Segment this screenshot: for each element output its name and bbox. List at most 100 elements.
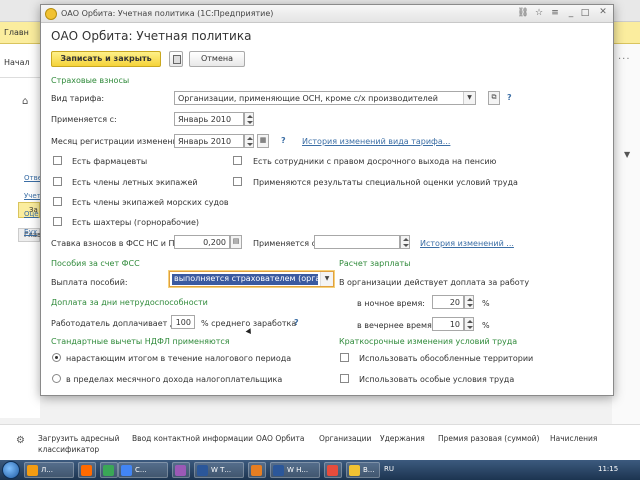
taskbar-item[interactable]: W Н... [270,462,320,478]
taskbar-item[interactable] [248,462,266,478]
checkbox-label: Использовать особые условия труда [359,375,515,384]
checkbox-sea-crew[interactable] [53,197,62,206]
tariff-label: Вид тарифа: [51,94,105,103]
bottom-link-contacts[interactable]: Ввод контактной информации [132,433,253,444]
menu-icon[interactable]: ≡ [549,8,561,18]
app-icon [121,465,132,476]
bottom-link-deductions[interactable]: Удержания [380,433,425,444]
night-field[interactable]: 20 [432,295,464,309]
applied-from-field[interactable]: Январь 2010 [174,112,244,126]
checkbox-early-pension[interactable] [233,156,242,165]
taskbar-item[interactable] [172,462,190,478]
minimize-icon[interactable]: _ [565,8,577,18]
save-close-button[interactable]: Записать и закрыть [51,51,161,67]
link-icon[interactable]: ⛓ [517,8,529,18]
gear-icon[interactable]: ⚙ [16,435,25,446]
open-icon[interactable]: ⧉ [488,91,500,105]
taskbar-item-label: С... [135,466,147,474]
clock[interactable]: 11:15 [598,465,618,473]
taskbar-item-label: Л... [41,466,53,474]
section-disability: Доплата за дни нетрудоспособности [51,298,208,307]
home-icon[interactable]: ⌂ [22,96,34,107]
salary-extra-label: В организации действует доплата за работ… [339,278,530,287]
taskbar-item[interactable]: Л... [24,462,74,478]
reg-month-field[interactable]: Январь 2010 [174,134,244,148]
checkbox-special-assessment[interactable] [233,177,242,186]
cancel-button[interactable]: Отмена [189,51,245,67]
bottom-link-orbita[interactable]: ОАО Орбита [256,433,304,444]
background-link-2[interactable]: Учет [24,192,41,200]
bottom-link-organizations[interactable]: Организации [319,433,371,444]
section-fss-benefits: Пособия за счет ФСС [51,259,140,268]
evening-label: в вечернее время: [357,321,435,330]
checkbox-label: Есть шахтеры (горнорабочие) [72,218,200,227]
close-icon[interactable]: ✕ [595,7,611,20]
employer-field[interactable]: 100 [171,315,195,329]
star-icon[interactable]: ☆ [533,8,545,18]
app-icon [251,465,262,476]
taskbar-item-label: W Т... [211,466,232,474]
background-start-page[interactable]: Начал [4,58,30,67]
radio-label: в пределах месячного дохода налогоплател… [66,375,283,384]
background-right-panel: ··· ▼ [612,44,640,424]
checkbox-special-conditions[interactable] [340,374,349,383]
taskbar-item[interactable]: W Т... [194,462,244,478]
checkbox-label: Есть члены экипажей морских судов [72,198,229,207]
evening-spinner[interactable] [464,317,474,331]
language-indicator[interactable]: RU [384,465,394,473]
app-icon [45,8,57,20]
bottom-link-accruals[interactable]: Начисления [550,433,597,444]
night-label: в ночное время: [357,299,425,308]
chevron-down-icon[interactable]: ▼ [463,92,475,104]
start-button[interactable] [2,461,20,479]
checkbox-flight-crew[interactable] [53,177,62,186]
chevron-down-icon[interactable]: ▼ [320,272,333,286]
taskbar-item[interactable]: В... [346,462,380,478]
fss-applied-spinner[interactable] [400,235,410,249]
app-icon [327,465,338,476]
taskbar-item[interactable] [100,462,118,478]
checkbox-miners[interactable] [53,217,62,226]
payment-field[interactable]: выполняется страхователем (организа ▼ [169,271,334,287]
calendar-icon[interactable]: ▦ [257,134,269,148]
tariff-history-link[interactable]: История изменений вида тарифа... [302,137,450,146]
taskbar-item[interactable] [324,462,342,478]
help-icon[interactable]: ? [294,318,299,327]
calculator-icon[interactable]: ▤ [230,235,242,249]
taskbar-item-label: В... [363,466,375,474]
background-link-3[interactable]: Оце [24,210,39,218]
taskbar-item[interactable]: С... [118,462,168,478]
background-section-main[interactable]: Главн [4,28,29,37]
app-icon [197,465,208,476]
app-icon [81,465,92,476]
help-icon[interactable]: ? [507,93,512,102]
night-spinner[interactable] [464,295,474,309]
tariff-field[interactable]: Организации, применяющие ОСН, кроме с/х … [174,91,476,105]
taskbar-item[interactable] [78,462,96,478]
radio-cumulative[interactable] [52,353,61,362]
evening-field[interactable]: 10 [432,317,464,331]
section-salary: Расчет зарплаты [339,259,411,268]
save-icon[interactable] [169,51,183,67]
more-icon[interactable]: ··· [618,54,631,65]
section-insurance: Страховые взносы [51,76,130,85]
fss-applied-field[interactable] [314,235,400,249]
bottom-link-address[interactable]: Загрузить адресный классификатор [38,433,128,455]
mouse-cursor-icon [245,328,254,336]
checkbox-separate-territories[interactable] [340,353,349,362]
maximize-icon[interactable]: □ [579,8,591,18]
checkbox-pharmacists[interactable] [53,156,62,165]
checkbox-label: Есть сотрудники с правом досрочного выхо… [253,157,497,166]
radio-monthly[interactable] [52,374,61,383]
section-labor: Краткосрочные изменения условий труда [339,337,518,346]
fss-history-link[interactable]: История изменений ... [420,239,514,248]
fss-rate-field[interactable]: 0,200 [174,235,230,249]
help-icon[interactable]: ? [281,136,286,145]
checkbox-label: Применяются результаты специальной оценк… [253,178,518,187]
reg-month-spinner[interactable] [244,134,254,148]
bottom-link-bonus[interactable]: Премия разовая (суммой) [438,433,539,444]
triangle-down-icon[interactable]: ▼ [624,150,630,159]
background-link-4[interactable]: Бух [24,228,37,236]
app-icon [175,465,186,476]
applied-from-spinner[interactable] [244,112,254,126]
